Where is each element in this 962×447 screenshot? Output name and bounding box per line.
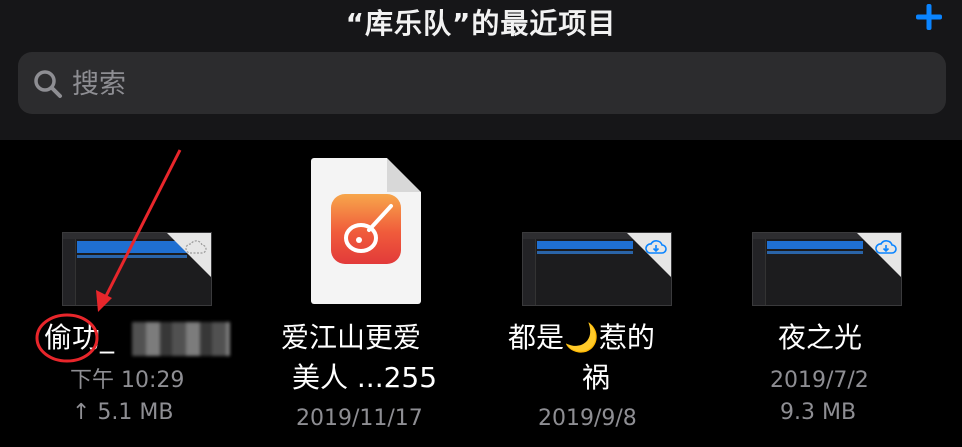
red-annotation-overlay — [35, 149, 182, 363]
